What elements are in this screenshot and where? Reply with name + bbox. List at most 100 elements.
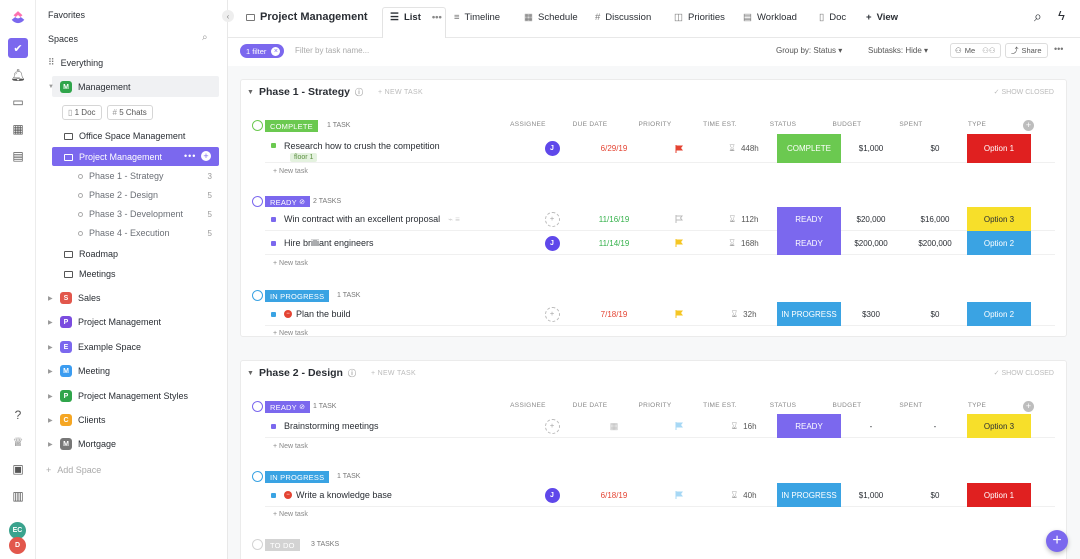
col-due-date[interactable]: DUE DATE — [565, 121, 615, 128]
list-phase-3[interactable]: Phase 3 - Development 5 — [78, 209, 228, 219]
budget-cell[interactable]: $20,000 — [846, 207, 896, 231]
add-list-icon[interactable]: + — [201, 151, 211, 161]
priority-cell[interactable] — [654, 483, 704, 507]
new-task-link[interactable]: + New task — [273, 168, 308, 175]
task-row[interactable]: Brainstorming meetings + ▦ ⌛︎ 16h READY -… — [265, 414, 1055, 438]
assignee-cell[interactable]: + — [527, 207, 577, 231]
due-date-cell[interactable]: 6/18/19 — [589, 483, 639, 507]
search-icon[interactable]: ⌕ — [1034, 8, 1042, 25]
avatar-user[interactable]: D — [9, 537, 26, 554]
task-name[interactable]: − Plan the build — [271, 302, 351, 326]
time-est-cell[interactable]: ⌛︎ 16h — [719, 414, 769, 438]
floating-add-button[interactable]: + — [1046, 530, 1068, 552]
budget-cell[interactable]: $1,000 — [846, 134, 896, 163]
tab-priorities[interactable]: ◫ Priorities — [674, 12, 725, 23]
space-sales[interactable]: ▶ S Sales — [48, 292, 101, 304]
subtasks-dropdown[interactable]: Subtasks: Hide ▾ — [868, 46, 928, 55]
clear-filter-icon[interactable]: × — [271, 46, 281, 56]
lightning-icon[interactable]: ϟ — [1058, 8, 1065, 23]
tab-workload[interactable]: ▤ Workload — [743, 12, 797, 23]
status-cell[interactable]: READY — [777, 414, 841, 438]
col-due-date[interactable]: DUE DATE — [565, 402, 615, 409]
caret-right-icon[interactable]: ▶ — [48, 417, 54, 424]
spent-cell[interactable]: $16,000 — [910, 207, 960, 231]
priority-cell[interactable] — [654, 207, 704, 231]
col-type[interactable]: TYPE — [952, 402, 1002, 409]
collapse-group-icon[interactable] — [252, 290, 263, 301]
priority-cell[interactable] — [654, 231, 704, 255]
more-options-icon[interactable]: ••• — [184, 151, 196, 161]
space-meeting[interactable]: ▶ M Meeting — [48, 365, 110, 377]
time-est-cell[interactable]: ⌛︎ 448h — [719, 134, 769, 163]
col-priority[interactable]: PRIORITY — [630, 402, 680, 409]
collapse-group-icon[interactable] — [252, 471, 263, 482]
goals-trophy-icon[interactable]: ♕ — [10, 434, 26, 450]
new-task-link[interactable]: + New task — [273, 330, 308, 337]
status-cell[interactable]: READY — [777, 207, 841, 231]
space-mortgage[interactable]: ▶ M Mortgage — [48, 438, 116, 450]
everything-item[interactable]: ⠿ Everything — [48, 57, 103, 68]
spent-cell[interactable]: - — [910, 414, 960, 438]
assignee-cell[interactable]: + — [527, 414, 577, 438]
task-filter-input[interactable]: Filter by task name... — [295, 46, 369, 55]
portfolio-icon[interactable]: ▣ — [10, 461, 26, 477]
spent-cell[interactable]: $0 — [910, 134, 960, 163]
spent-cell[interactable]: $0 — [910, 302, 960, 326]
status-cell[interactable]: READY — [777, 231, 841, 255]
caret-right-icon[interactable]: ▶ — [48, 393, 54, 400]
spent-cell[interactable]: $200,000 — [910, 231, 960, 255]
due-date-cell[interactable]: 11/14/19 — [589, 231, 639, 255]
budget-cell[interactable]: $300 — [846, 302, 896, 326]
status-group-label[interactable]: TO DO — [265, 539, 300, 551]
task-actions-icon[interactable]: ⌁ ≡ — [448, 215, 460, 224]
help-icon[interactable]: ? — [10, 407, 26, 423]
col-time-est[interactable]: TIME EST. — [695, 121, 745, 128]
type-cell[interactable]: Option 2 — [967, 302, 1031, 326]
phase-header[interactable]: ▼ Phase 1 - Strategy ⓘ + NEW TASK — [247, 86, 423, 98]
type-cell[interactable]: Option 3 — [967, 414, 1031, 438]
me-filter-button[interactable]: ⚇ Me ⚇⚇ — [950, 43, 1001, 58]
task-row[interactable]: − Write a knowledge base J 6/18/19 ⌛︎ 40h… — [265, 483, 1055, 507]
time-est-cell[interactable]: ⌛︎ 32h — [719, 302, 769, 326]
collapse-group-icon[interactable] — [252, 196, 263, 207]
collapse-group-icon[interactable] — [252, 401, 263, 412]
collapse-caret-icon[interactable]: ▼ — [247, 370, 254, 377]
type-cell[interactable]: Option 3 — [967, 207, 1031, 231]
favorites-heading[interactable]: Favorites — [48, 10, 85, 20]
add-view-button[interactable]: + View — [866, 12, 898, 23]
col-time-est[interactable]: TIME EST. — [695, 402, 745, 409]
task-name[interactable]: − Write a knowledge base — [271, 483, 392, 507]
type-cell[interactable]: Option 1 — [967, 483, 1031, 507]
col-spent[interactable]: SPENT — [886, 121, 936, 128]
show-closed-button[interactable]: ✓ SHOW CLOSED — [994, 369, 1054, 377]
due-date-cell[interactable]: 6/29/19 — [589, 134, 639, 163]
caret-right-icon[interactable]: ▶ — [48, 441, 54, 448]
task-name[interactable]: Win contract with an excellent proposal … — [271, 207, 460, 231]
space-clients[interactable]: ▶ C Clients — [48, 414, 106, 426]
tab-schedule[interactable]: ▦ Schedule — [524, 12, 578, 23]
new-task-link[interactable]: + New task — [273, 443, 308, 450]
time-est-cell[interactable]: ⌛︎ 112h — [719, 207, 769, 231]
collapse-group-icon[interactable] — [252, 120, 263, 131]
priority-cell[interactable] — [654, 302, 704, 326]
budget-cell[interactable]: $1,000 — [846, 483, 896, 507]
caret-right-icon[interactable]: ▶ — [48, 295, 54, 302]
add-column-icon[interactable]: + — [1023, 120, 1034, 131]
task-name[interactable]: Hire brilliant engineers — [271, 231, 374, 255]
show-closed-button[interactable]: ✓ SHOW CLOSED — [994, 88, 1054, 96]
time-est-cell[interactable]: ⌛︎ 168h — [719, 231, 769, 255]
col-type[interactable]: TYPE — [952, 121, 1002, 128]
spent-cell[interactable]: $0 — [910, 483, 960, 507]
status-group-label[interactable]: IN PROGRESS — [265, 471, 330, 483]
assignee-cell[interactable]: J — [527, 483, 577, 507]
list-phase-1[interactable]: Phase 1 - Strategy 3 — [78, 171, 228, 181]
inbox-icon[interactable]: ▭ — [10, 94, 26, 110]
new-task-button[interactable]: + NEW TASK — [378, 89, 423, 96]
new-task-link[interactable]: + New task — [273, 260, 308, 267]
add-column-icon[interactable]: + — [1023, 401, 1034, 412]
caret-down-icon[interactable]: ▼ — [48, 84, 54, 90]
tab-more-icon[interactable]: ••• — [432, 12, 442, 23]
filter-chip[interactable]: 1 filter × — [240, 44, 285, 58]
type-cell[interactable]: Option 1 — [967, 134, 1031, 163]
col-spent[interactable]: SPENT — [886, 402, 936, 409]
